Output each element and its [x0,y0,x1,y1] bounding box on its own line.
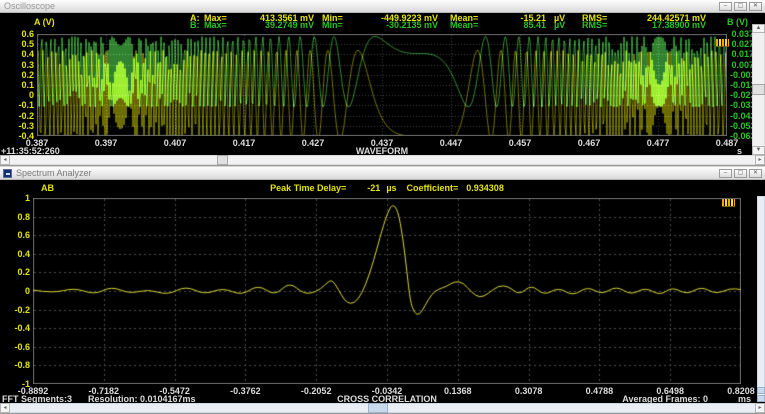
tick-label: 0.417 [232,138,256,148]
tick-label: 0.447 [439,138,463,148]
tick-label: -0.2 [14,304,30,315]
tick-label: 0.5 [21,39,34,50]
tick-label: 1 [24,193,30,203]
corr-x-axis-ticks: -0.8892 -0.7182 -0.5472 -0.3762 -0.2052 -0.03… [0,386,765,396]
graph-palette-icon[interactable] [722,199,735,207]
tick-label: -0.023 [730,90,756,101]
tick-label: 0.6 [17,230,30,241]
tick-label: -0.053 [730,120,756,131]
scroll-left-icon[interactable]: ◂ [0,155,10,165]
maximize-button[interactable]: ▢ [734,169,747,178]
tick-label: -0.033 [730,100,756,111]
spec-vscroll-grip[interactable] [757,395,765,402]
spectrum-titlebar[interactable]: Spectrum Analyzer – ▢ ✕ [0,167,765,180]
window-controls: – ▢ ✕ [719,169,762,178]
tick-label: 0.4 [17,248,30,259]
tick-label: -0.4 [14,323,30,334]
peak-readout: Peak Time Delay= -21 µs Coefficient= 0.9… [270,183,504,193]
oscilloscope-window: Oscilloscope – ▢ ✕ A: Max= 413.3561 mV M… [0,0,765,166]
tick-label: -0.3762 [230,386,261,396]
channel-b-measurements: B: Max= 39.2749 mV Min= -30.2135 mV Mean… [190,20,706,30]
tick-label: 0.487 [715,138,739,148]
tick-label: 0.017 [731,49,754,60]
tick-label: 0.467 [577,138,601,148]
tick-label: 0.477 [646,138,670,148]
spec-vscroll-grip[interactable] [757,387,765,394]
corr-y-axis-ticks: 1 0.8 0.6 0.4 0.2 0 -0.2 -0.4 -0.6 -0.8 -1 [0,167,30,414]
spec-vertical-scrollbar[interactable] [757,196,765,402]
scroll-down-icon[interactable]: ▼ [752,146,765,155]
close-button[interactable]: ✕ [749,169,762,178]
tick-label: -0.1 [18,100,34,111]
tick-label: 0.3078 [514,386,543,396]
osc-hscroll-thumb[interactable] [217,155,228,165]
tick-label: 0.8 [17,211,30,222]
tick-label: -0.6 [14,341,30,352]
tick-label: 0.2 [21,69,34,80]
channel-a-axis-label: A (V) [34,17,55,27]
scroll-right-icon[interactable]: ▸ [755,403,765,413]
tick-label: 0.457 [508,138,532,148]
tick-label: 0.027 [731,39,754,50]
tick-label: 0.3 [21,59,34,70]
tick-label: 0.397 [94,138,118,148]
scroll-left-icon[interactable]: ◂ [0,403,10,413]
tick-label: 0.2 [17,267,30,278]
tick-label: -0.043 [730,110,756,121]
screen: Oscilloscope – ▢ ✕ A: Max= 413.3561 mV M… [0,0,765,414]
graph-palette-icon[interactable] [716,39,729,47]
spectrum-analyzer-window: Spectrum Analyzer – ▢ ✕ AB Peak Time Del… [0,167,765,414]
tick-label: 0.4 [21,49,34,60]
tick-label: 0.407 [163,138,187,148]
tick-label: 0.6 [21,29,34,39]
tick-label: 0 [28,90,34,101]
trace-label: AB [41,183,54,193]
time-axis-ticks: 0.387 0.397 0.407 0.417 0.427 0.437 0.447 0.457… [0,138,765,148]
tick-label: 0.427 [301,138,325,148]
tick-label: -0.8 [14,360,30,371]
tick-label: -0.2052 [300,386,332,396]
tick-label: 0 [24,286,30,296]
spec-hscroll-thumb[interactable] [368,403,388,413]
tick-label: 0.037 [731,29,754,39]
tick-label: -0.3 [18,120,34,131]
minimize-button[interactable]: – [719,169,732,178]
tick-label: 0.1 [21,80,34,90]
correlation-plot[interactable] [33,198,741,384]
scroll-up-icon[interactable]: ▲ [752,24,765,33]
waveform-plot[interactable] [37,34,727,136]
osc-vscroll-thumb[interactable] [752,84,765,95]
tick-label: 0.1368 [444,386,472,396]
tick-label: -0.2 [18,110,34,121]
oscilloscope-titlebar[interactable]: Oscilloscope – ▢ ✕ [0,0,765,13]
osc-horizontal-scrollbar[interactable] [0,155,765,165]
tick-label: 0.007 [731,59,754,70]
tick-label: -0.003 [730,69,756,80]
scroll-right-icon[interactable]: ▸ [755,155,765,165]
tick-label: -0.013 [730,80,756,90]
